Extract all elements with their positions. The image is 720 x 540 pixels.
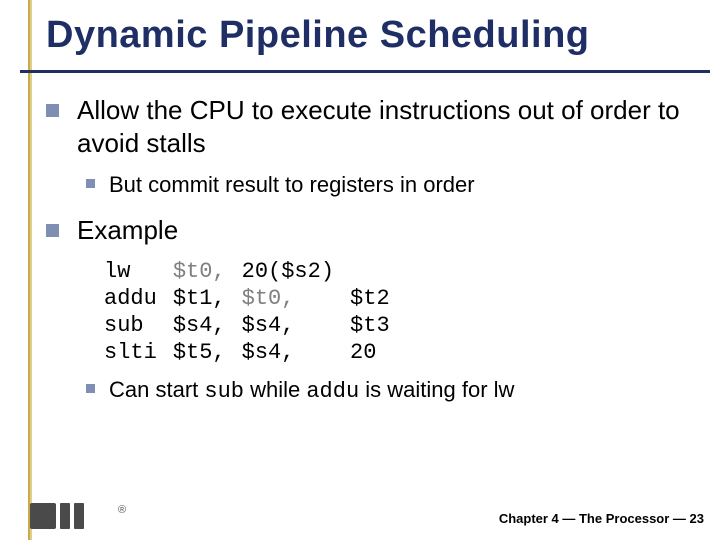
bullet-text: Example xyxy=(77,214,178,247)
bullet-level2: But commit result to registers in order xyxy=(86,171,702,200)
slide-body: Allow the CPU to execute instructions ou… xyxy=(46,94,702,407)
code-arg: 20 xyxy=(350,339,406,366)
bullet-level2: Can start sub while addu is waiting for … xyxy=(86,376,702,407)
code-op: sub xyxy=(104,312,173,339)
code-arg xyxy=(350,258,406,285)
square-bullet-icon xyxy=(46,104,59,117)
logo-bar-icon xyxy=(60,503,70,529)
code-arg: $s4, xyxy=(173,312,242,339)
code-arg: $s4, xyxy=(242,339,350,366)
code-op: slti xyxy=(104,339,173,366)
code-row: addu $t1, $t0, $t2 xyxy=(104,285,406,312)
text-span: Can start xyxy=(109,377,204,402)
logo-bar-icon xyxy=(74,503,84,529)
square-bullet-icon xyxy=(46,224,59,237)
inline-code: sub xyxy=(204,379,244,404)
publisher-logo xyxy=(30,503,88,534)
code-op: lw xyxy=(104,258,173,285)
code-arg: $t5, xyxy=(173,339,242,366)
title-underline xyxy=(20,70,710,73)
registered-mark: ® xyxy=(118,504,126,516)
bullet-level1: Example xyxy=(46,214,702,247)
code-block: lw $t0, 20($s2) addu $t1, $t0, $t2 sub $… xyxy=(104,258,702,366)
code-arg: $t3 xyxy=(350,312,406,339)
code-arg: $t2 xyxy=(350,285,406,312)
code-arg: $s4, xyxy=(242,312,350,339)
square-bullet-icon xyxy=(86,384,95,393)
slide: Dynamic Pipeline Scheduling Allow the CP… xyxy=(0,0,720,540)
square-bullet-icon xyxy=(86,179,95,188)
code-row: slti $t5, $s4, 20 xyxy=(104,339,406,366)
text-span: while xyxy=(244,377,306,402)
code-table: lw $t0, 20($s2) addu $t1, $t0, $t2 sub $… xyxy=(104,258,406,366)
code-arg: $t0, xyxy=(173,258,242,285)
code-op: addu xyxy=(104,285,173,312)
inline-code: addu xyxy=(306,379,359,404)
vertical-rule-light xyxy=(30,0,32,540)
logo-block-icon xyxy=(30,503,56,529)
bullet-level1: Allow the CPU to execute instructions ou… xyxy=(46,94,702,159)
text-span: is waiting for lw xyxy=(359,377,514,402)
page-footer-text: Chapter 4 — The Processor — 23 xyxy=(499,511,704,526)
slide-title: Dynamic Pipeline Scheduling xyxy=(46,14,590,57)
bullet-text: Allow the CPU to execute instructions ou… xyxy=(77,94,702,159)
code-arg: $t0, xyxy=(242,285,350,312)
slide-footer: ® Chapter 4 — The Processor — 23 xyxy=(0,482,720,540)
code-row: sub $s4, $s4, $t3 xyxy=(104,312,406,339)
bullet-text: Can start sub while addu is waiting for … xyxy=(109,376,514,407)
code-row: lw $t0, 20($s2) xyxy=(104,258,406,285)
code-arg: 20($s2) xyxy=(242,258,350,285)
bullet-text: But commit result to registers in order xyxy=(109,171,475,200)
code-arg: $t1, xyxy=(173,285,242,312)
